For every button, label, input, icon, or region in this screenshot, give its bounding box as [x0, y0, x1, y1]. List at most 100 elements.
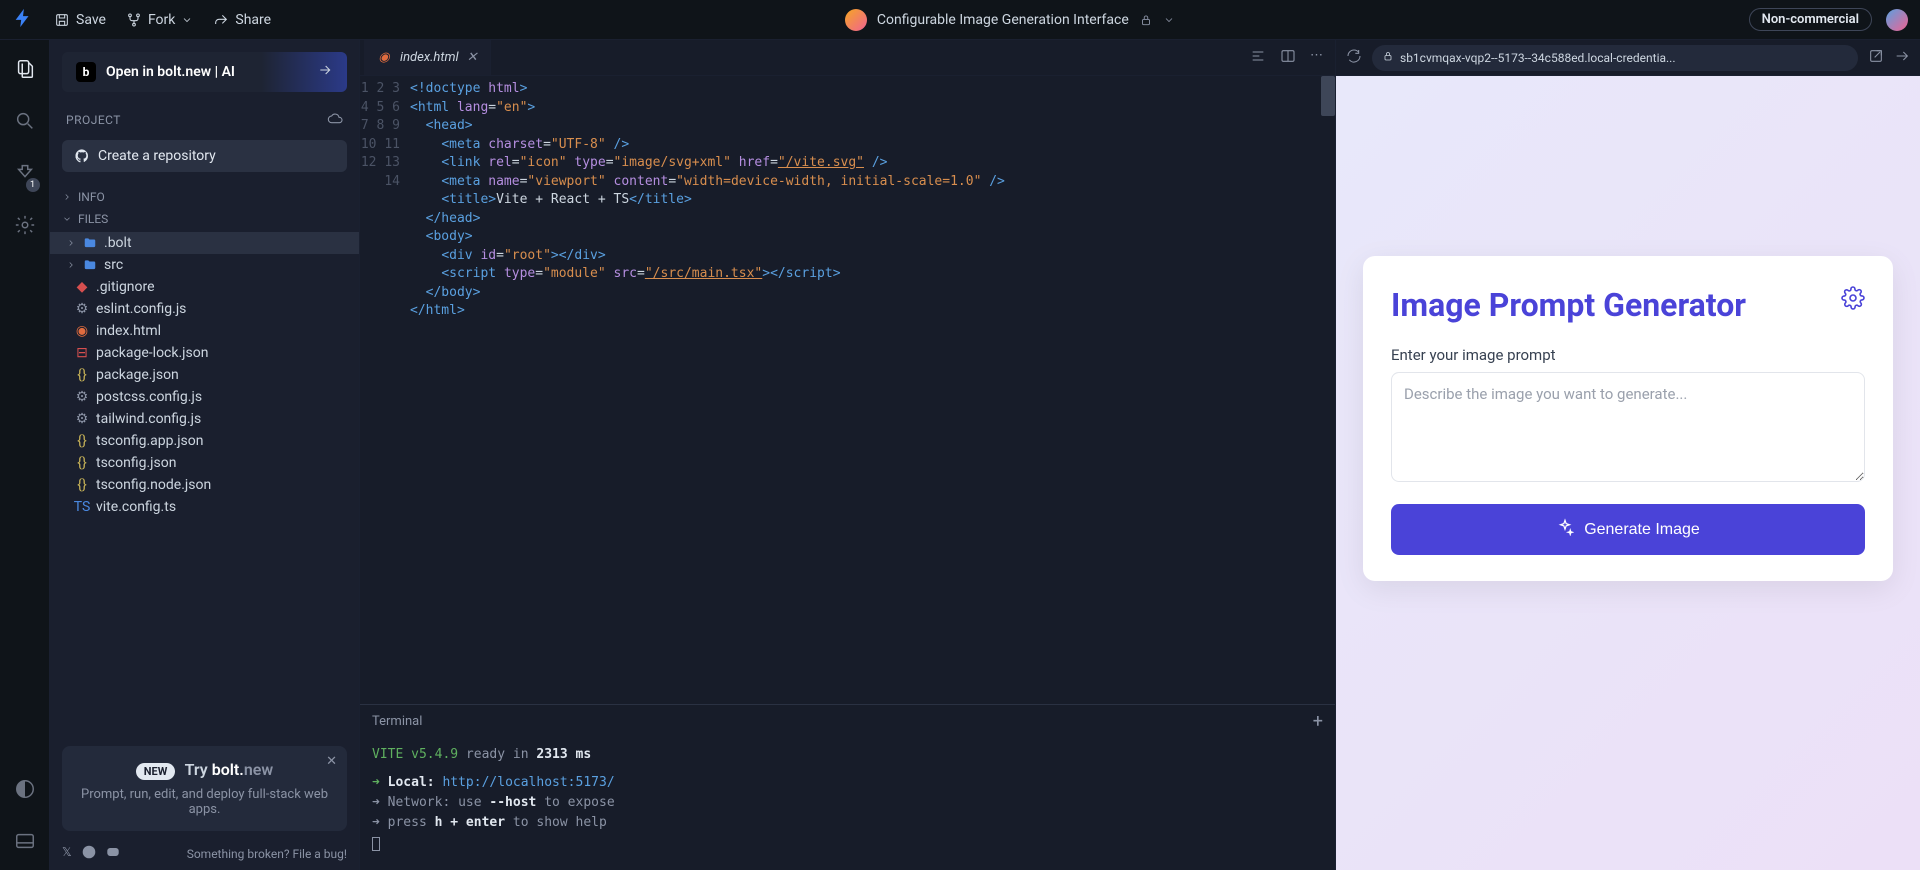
terminal-output[interactable]: VITE v5.4.9 ready in 2313 ms ➜ Local: ht… [360, 737, 1335, 870]
bolt-logo-icon[interactable] [12, 7, 34, 33]
ports-badge: 1 [26, 178, 40, 192]
user-avatar-icon[interactable] [1886, 9, 1908, 31]
file-eslint[interactable]: ⚙eslint.config.js [50, 298, 359, 320]
github-icon [74, 148, 90, 164]
code-editor[interactable]: 1 2 3 4 5 6 7 8 9 10 11 12 13 14 <!docty… [360, 76, 1335, 704]
terminal-cursor [372, 837, 380, 851]
cloud-sync-icon[interactable] [327, 112, 343, 128]
folder-src[interactable]: src [50, 254, 359, 276]
editor-tab[interactable]: ◉ index.html ✕ [364, 40, 491, 75]
share-button[interactable]: Share [213, 12, 271, 28]
github-icon[interactable] [82, 845, 96, 862]
open-in-bolt-label: Open in bolt.new | AI [106, 64, 235, 80]
file-index[interactable]: ◉index.html [50, 320, 359, 342]
file-gitignore[interactable]: ◆.gitignore [50, 276, 359, 298]
settings-tab[interactable] [14, 214, 36, 240]
file-tsnode[interactable]: {}tsconfig.node.json [50, 474, 359, 496]
folder-icon [82, 235, 98, 251]
preview-url: sb1cvmqax-vqp2--5173--34c588ed.local-cre… [1400, 51, 1676, 65]
editor-area: ◉ index.html ✕ ⋯ 1 2 3 4 5 6 7 8 9 10 11… [360, 40, 1335, 870]
preview-pane: sb1cvmqax-vqp2--5173--34c588ed.local-cre… [1335, 40, 1920, 870]
preview-toolbar: sb1cvmqax-vqp2--5173--34c588ed.local-cre… [1336, 40, 1920, 76]
info-section[interactable]: INFO [50, 186, 359, 208]
lock-icon: ⊟ [74, 345, 90, 361]
activity-bar: 1 [0, 40, 50, 870]
new-badge: NEW [136, 763, 176, 780]
files-section[interactable]: FILES [50, 208, 359, 230]
info-label: INFO [78, 190, 105, 204]
close-icon[interactable]: ✕ [326, 754, 337, 769]
topbar: Save Fork Share Configurable Image Gener… [0, 0, 1920, 40]
lock-icon[interactable] [1139, 13, 1153, 27]
gear-icon: ⚙ [74, 389, 90, 405]
project-title[interactable]: Configurable Image Generation Interface [877, 12, 1129, 28]
files-label: FILES [78, 212, 108, 226]
add-terminal-icon[interactable]: + [1313, 711, 1323, 732]
theme-toggle[interactable] [14, 778, 36, 804]
project-label: PROJECT [66, 113, 121, 127]
gear-icon: ⚙ [74, 301, 90, 317]
line-gutter: 1 2 3 4 5 6 7 8 9 10 11 12 13 14 [360, 76, 410, 704]
generate-button[interactable]: Generate Image [1391, 504, 1865, 555]
save-icon [54, 12, 70, 28]
file-pkglock[interactable]: ⊟package-lock.json [50, 342, 359, 364]
project-avatar-icon [845, 9, 867, 31]
search-tab[interactable] [14, 110, 36, 136]
create-repo-label: Create a repository [98, 148, 216, 164]
bolt-b-icon: b [76, 62, 96, 82]
panel-toggle[interactable] [14, 830, 36, 856]
save-button[interactable]: Save [54, 12, 106, 28]
explorer-tab[interactable] [14, 58, 36, 84]
preview-url-bar[interactable]: sb1cvmqax-vqp2--5173--34c588ed.local-cre… [1372, 45, 1858, 71]
discord-icon[interactable] [106, 845, 120, 862]
card-title: Image Prompt Generator [1391, 286, 1746, 324]
file-pkg[interactable]: {}package.json [50, 364, 359, 386]
project-header: PROJECT [50, 106, 359, 134]
git-icon: ◆ [74, 279, 90, 295]
tab-label: index.html [400, 50, 459, 65]
file-tsconfig[interactable]: {}tsconfig.json [50, 452, 359, 474]
open-external-icon[interactable] [1868, 48, 1884, 68]
fork-label: Fork [148, 12, 175, 28]
split-icon[interactable] [1280, 48, 1296, 68]
scrollbar[interactable] [1321, 76, 1335, 116]
license-badge[interactable]: Non-commercial [1749, 8, 1872, 31]
promo-card: ✕ NEW Try bolt.new Prompt, run, edit, an… [62, 746, 347, 831]
share-icon [213, 12, 229, 28]
fork-button[interactable]: Fork [126, 12, 193, 28]
folder-icon [82, 257, 98, 273]
input-label: Enter your image prompt [1391, 346, 1865, 364]
close-icon[interactable]: ✕ [467, 50, 478, 65]
prompt-textarea[interactable] [1391, 372, 1865, 482]
settings-icon[interactable] [1841, 286, 1865, 314]
terminal-tab[interactable]: Terminal [372, 714, 422, 729]
ports-tab[interactable]: 1 [14, 162, 36, 188]
sparkle-icon [1556, 518, 1574, 541]
generate-label: Generate Image [1584, 521, 1700, 539]
arrow-right-icon [317, 62, 333, 82]
expand-icon[interactable] [1894, 48, 1910, 68]
more-icon[interactable]: ⋯ [1310, 48, 1323, 68]
file-tsapp[interactable]: {}tsconfig.app.json [50, 430, 359, 452]
file-tailwind[interactable]: ⚙tailwind.config.js [50, 408, 359, 430]
html-icon: ◉ [376, 50, 392, 66]
open-in-bolt-button[interactable]: b Open in bolt.new | AI [62, 52, 347, 92]
file-vite[interactable]: TSvite.config.ts [50, 496, 359, 518]
chevron-down-icon [181, 14, 193, 26]
json-icon: {} [74, 367, 90, 383]
create-repo-button[interactable]: Create a repository [62, 140, 347, 172]
preview-card: Image Prompt Generator Enter your image … [1363, 256, 1893, 581]
reload-icon[interactable] [1346, 48, 1362, 68]
code-content[interactable]: <!doctype html> <html lang="en"> <head> … [410, 76, 1335, 704]
twitter-icon[interactable]: 𝕏 [62, 845, 72, 862]
share-label: Share [235, 12, 271, 28]
chevron-down-icon[interactable] [1163, 14, 1175, 26]
html-icon: ◉ [74, 323, 90, 339]
file-bug-link[interactable]: Something broken? File a bug! [187, 847, 347, 861]
main: 1 b Open in bolt.new | AI PROJECT Create… [0, 40, 1920, 870]
fork-icon [126, 12, 142, 28]
sidebar-bottom: 𝕏 Something broken? File a bug! [50, 839, 359, 870]
file-postcss[interactable]: ⚙postcss.config.js [50, 386, 359, 408]
format-icon[interactable] [1250, 48, 1266, 68]
folder-bolt[interactable]: .bolt [50, 232, 359, 254]
